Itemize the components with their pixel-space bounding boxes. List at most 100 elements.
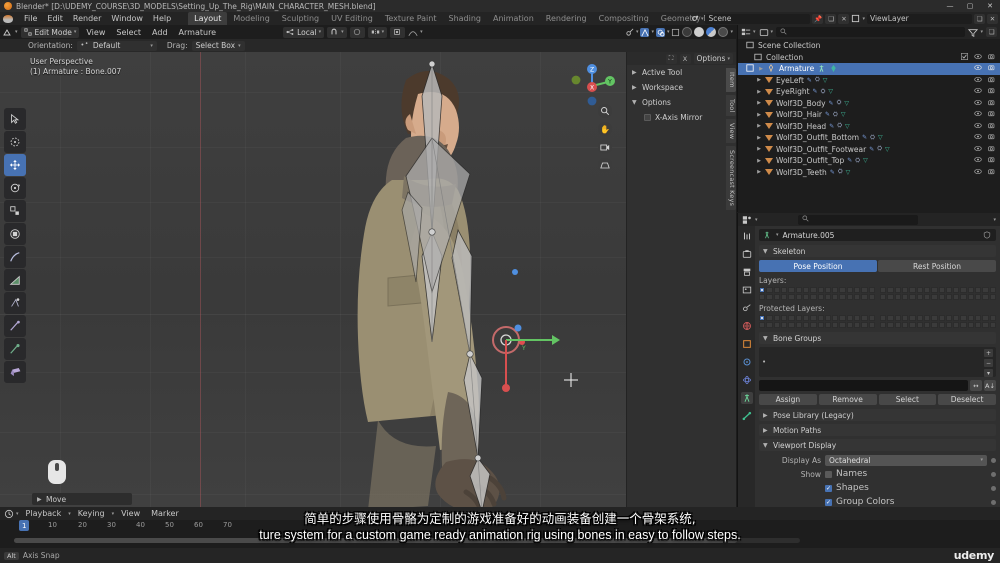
xaxis-mirror-checkbox[interactable] xyxy=(644,114,651,121)
protected-cell[interactable] xyxy=(901,315,909,321)
protected-cell[interactable] xyxy=(861,315,868,321)
protected-cell[interactable] xyxy=(923,322,931,328)
layer-cell[interactable] xyxy=(846,287,854,293)
protected-cell[interactable] xyxy=(901,322,909,328)
tab-uv-editing[interactable]: UV Editing xyxy=(325,12,379,25)
panel-section-options[interactable]: ▼ Options xyxy=(627,95,736,110)
gizmo-toggle-icon[interactable] xyxy=(640,27,650,37)
protected-cell[interactable] xyxy=(795,322,802,328)
protected-row-bottom-b[interactable] xyxy=(880,322,996,328)
viewport-menu-armature[interactable]: Armature xyxy=(175,27,221,38)
animate-property-dot[interactable] xyxy=(991,457,996,463)
protected-cell[interactable] xyxy=(817,315,824,321)
protected-cell[interactable] xyxy=(759,322,766,328)
layer-cell[interactable] xyxy=(923,287,931,293)
timeline-ruler[interactable]: 1 10 20 30 40 50 60 70 xyxy=(0,520,1000,534)
remove-bone-group-button[interactable]: − xyxy=(984,359,993,367)
scene-properties-tab[interactable] xyxy=(741,302,753,314)
camera-icon[interactable] xyxy=(988,53,996,62)
outliner-row-collection[interactable]: Collection xyxy=(738,52,1000,64)
layer-cell[interactable] xyxy=(960,287,967,293)
tab-texture-paint[interactable]: Texture Paint xyxy=(379,12,443,25)
mode-selector[interactable]: Edit Mode ▾ xyxy=(20,26,80,38)
layer-cell[interactable] xyxy=(846,294,854,300)
skeleton-panel-header[interactable]: ▼ Skeleton xyxy=(759,245,996,257)
layer-cell[interactable] xyxy=(795,287,802,293)
outliner-row-wolf3d-outfit-footwear[interactable]: ▶ Wolf3D_Outfit_Footwear ✎ ⛭ ▽ xyxy=(738,144,1000,156)
filter-icon[interactable] xyxy=(968,28,979,37)
bone-roll-tool-button[interactable] xyxy=(4,292,26,314)
layer-cell[interactable] xyxy=(861,287,868,293)
layer-cell[interactable] xyxy=(824,287,832,293)
expand-arrow-icon[interactable]: ▶ xyxy=(756,146,762,152)
protected-row-bottom[interactable] xyxy=(759,322,875,328)
eye-icon[interactable] xyxy=(974,156,982,165)
sort-az-icon[interactable]: A↓ xyxy=(984,380,996,391)
layer-cell[interactable] xyxy=(960,294,967,300)
layer-cell[interactable] xyxy=(953,287,960,293)
outliner-search-input[interactable] xyxy=(776,27,966,37)
animate-property-dot[interactable] xyxy=(991,485,996,491)
viewport-menu-select[interactable]: Select xyxy=(112,27,145,38)
assign-button[interactable]: Assign xyxy=(759,394,817,405)
layer-cell[interactable] xyxy=(766,294,773,300)
layer-cell[interactable] xyxy=(788,294,795,300)
bone-groups-panel-header[interactable]: ▼ Bone Groups xyxy=(759,332,996,344)
object-properties-tab[interactable] xyxy=(741,338,753,350)
protected-cell[interactable] xyxy=(788,315,795,321)
layer-cell[interactable] xyxy=(975,287,982,293)
properties-editor-type-icon[interactable] xyxy=(742,215,751,224)
protected-cell[interactable] xyxy=(839,322,846,328)
display-mode-icon[interactable] xyxy=(759,28,768,37)
menu-edit[interactable]: Edit xyxy=(42,12,68,25)
layer-cell[interactable] xyxy=(810,294,817,300)
layer-cell[interactable] xyxy=(854,294,861,300)
expand-arrow-icon[interactable]: ▶ xyxy=(756,169,762,175)
world-properties-tab[interactable] xyxy=(741,320,753,332)
select-box-tool-button[interactable] xyxy=(4,131,26,153)
protected-cell[interactable] xyxy=(766,315,773,321)
transform-orientation-selector[interactable]: Local ▾ xyxy=(283,26,325,38)
output-properties-tab[interactable] xyxy=(741,266,753,278)
expand-arrow-icon[interactable]: ▶ xyxy=(756,89,762,95)
rendered-shading-icon[interactable] xyxy=(718,27,729,37)
xray-toggle[interactable] xyxy=(390,26,406,38)
camera-icon[interactable] xyxy=(988,99,996,108)
protected-cell[interactable] xyxy=(945,315,953,321)
pan-hand-icon[interactable]: ✋ xyxy=(598,122,612,136)
layer-cell[interactable] xyxy=(989,287,996,293)
layer-cell[interactable] xyxy=(916,294,923,300)
tab-compositing[interactable]: Compositing xyxy=(593,12,655,25)
protected-cell[interactable] xyxy=(982,315,989,321)
expand-arrow-icon[interactable]: ▶ xyxy=(756,123,762,129)
camera-icon[interactable] xyxy=(988,145,996,154)
outliner-row-wolf3d-outfit-bottom[interactable]: ▶ Wolf3D_Outfit_Bottom ✎ ⛭ ▽ xyxy=(738,132,1000,144)
options-dropdown-button[interactable]: Options ▾ xyxy=(693,53,733,64)
layer-cell[interactable] xyxy=(868,294,875,300)
expand-arrow-icon[interactable]: ▶ xyxy=(756,135,762,141)
timeline-menu-keying[interactable]: Keying xyxy=(74,508,109,519)
bone-group-name-input[interactable] xyxy=(759,380,968,391)
protected-cell[interactable] xyxy=(817,322,824,328)
layer-cell[interactable] xyxy=(953,294,960,300)
layer-cell[interactable] xyxy=(766,287,773,293)
render-properties-tab[interactable] xyxy=(741,248,753,260)
layer-cell[interactable] xyxy=(887,294,894,300)
group-colors-checkbox[interactable]: ✓ xyxy=(825,498,832,506)
layer-cell[interactable] xyxy=(982,287,989,293)
pin-scene-icon[interactable]: 📌 xyxy=(812,13,824,24)
protected-cell[interactable] xyxy=(909,322,916,328)
viewport-display-panel-header[interactable]: ▼ Viewport Display xyxy=(759,439,996,451)
layer-cell[interactable] xyxy=(923,294,931,300)
protected-row-top-b[interactable] xyxy=(880,315,996,321)
layer-cell[interactable] xyxy=(832,287,839,293)
bone-properties-tab[interactable] xyxy=(741,410,753,422)
mirror-options[interactable]: ▾ xyxy=(367,26,388,38)
outliner-row-scene-collection[interactable]: Scene Collection xyxy=(738,40,1000,52)
playback-chevron-icon[interactable]: ▾ xyxy=(68,511,71,517)
layer-cell[interactable] xyxy=(938,287,945,293)
annotate-tool-button[interactable] xyxy=(4,246,26,268)
protected-cell[interactable] xyxy=(846,322,854,328)
bone-groups-list[interactable]: • + − ▾ xyxy=(759,347,996,377)
layer-cell[interactable] xyxy=(817,294,824,300)
